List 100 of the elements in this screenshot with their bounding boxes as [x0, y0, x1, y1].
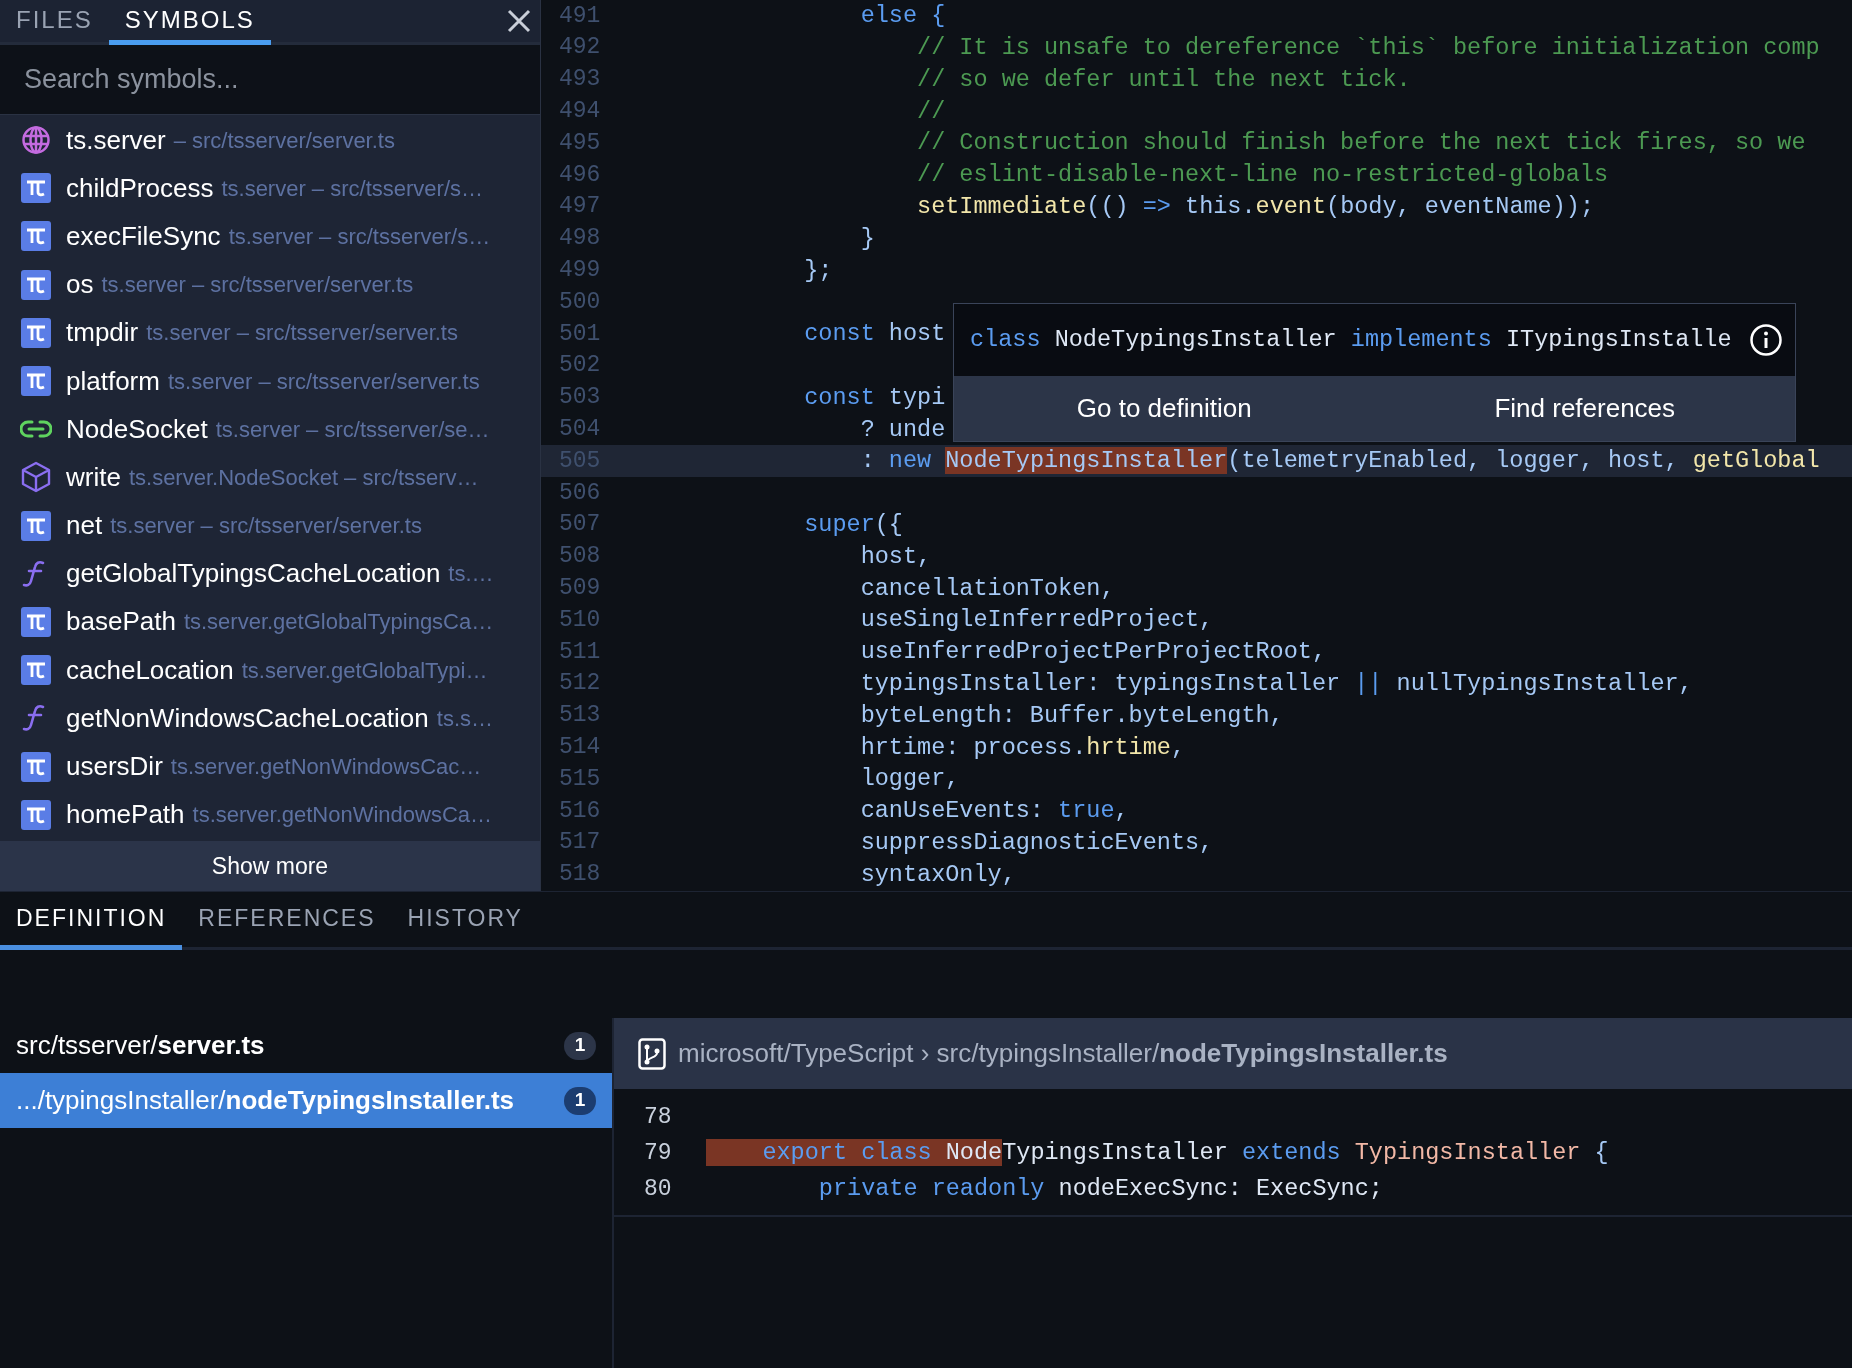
symbol-item[interactable]: homePath ts.server.getNonWindowsCa… — [0, 790, 540, 839]
variable-icon — [21, 655, 51, 686]
variable-icon — [21, 606, 51, 637]
code-line: suppressDiagnosticEvents, — [859, 828, 1214, 858]
code-line: }; — [803, 255, 833, 286]
count-badge: 1 — [564, 1031, 596, 1060]
code-line: host, — [859, 541, 932, 572]
symbol-name: usersDir — [66, 750, 163, 784]
symbol-item[interactable]: ts.server – src/tsserver/server.ts — [0, 116, 540, 165]
code-line: // — [916, 96, 946, 127]
code-line: syntaxOnly, — [859, 859, 1016, 890]
line-number: 497 — [558, 192, 602, 222]
symbol-item[interactable]: platform ts.server – src/tsserver/server.ts — [0, 356, 540, 406]
symbol-location: ts.server – src/tsserver/server.ts — [146, 319, 458, 348]
symbol-item[interactable]: tmpdir ts.server – src/tsserver/server.ts — [0, 308, 540, 357]
code-line: private readonly nodeExecSync: ExecSync; — [817, 1174, 1383, 1205]
symbol-name: childProcess — [66, 171, 214, 205]
symbol-item[interactable]: execFileSync ts.server – src/tsserver/s… — [0, 212, 540, 261]
line-number: 80 — [643, 1174, 673, 1204]
line-number: 78 — [643, 1102, 673, 1132]
line-number: 509 — [558, 574, 602, 603]
search-field[interactable]: Search symbols... — [0, 45, 540, 115]
code-line: cancellationToken, — [859, 573, 1115, 604]
code-line: logger, — [859, 764, 960, 795]
sidebar-tab[interactable]: FILES — [0, 0, 109, 45]
panel-tab[interactable]: HISTORY — [391, 892, 539, 950]
code-line: typingsInstaller: typingsInstaller || nullTypingsInstaller, — [859, 669, 1693, 699]
symbol-name: homePath — [66, 798, 185, 832]
symbol-name: platform — [66, 364, 160, 398]
line-number: 504 — [558, 415, 602, 444]
variable-icon — [21, 799, 51, 830]
info-icon[interactable] — [1749, 323, 1783, 357]
code-line: setImmediate(() => this.event(body, eventName)); — [916, 192, 1594, 223]
symbol-name: write — [66, 460, 121, 494]
close-icon[interactable] — [506, 8, 532, 34]
symbol-location: ts.server – src/tsserver/server.ts — [167, 367, 480, 396]
line-number: 494 — [558, 97, 602, 127]
line-number: 510 — [558, 605, 602, 635]
line-number: 513 — [558, 701, 602, 731]
symbol-item[interactable]: cacheLocation ts.server.getGlobalTypi… — [0, 646, 540, 695]
panel-tab[interactable]: DEFINITION — [0, 892, 183, 950]
line-number: 518 — [558, 860, 602, 890]
line-number: 516 — [558, 796, 602, 826]
symbol-item[interactable]: os ts.server – src/tsserver/server.ts — [0, 260, 540, 309]
symbol-item[interactable]: childProcess ts.server – src/tsserver/s… — [0, 164, 540, 213]
line-number: 505 — [558, 446, 602, 476]
code-line: useSingleInferredProject, — [859, 605, 1214, 636]
symbol-item[interactable]: write ts.server.NodeSocket – src/tsserv… — [0, 453, 540, 502]
code-line: const typi — [803, 382, 946, 413]
symbol-item[interactable]: usersDir ts.server.getNonWindowsCac… — [0, 742, 540, 791]
symbol-name: cacheLocation — [66, 653, 234, 687]
variable-icon — [21, 221, 51, 252]
symbol-item[interactable]: getNonWindowsCacheLocation ts.s… — [0, 694, 540, 743]
code-line: export class NodeTypingsInstaller extends TypingsInstaller { — [706, 1135, 1609, 1171]
symbol-location: ts.server.getGlobalTypingsCa… — [183, 608, 494, 637]
line-number: 492 — [558, 33, 602, 63]
variable-icon — [21, 751, 51, 782]
code-line: hrtime: process.hrtime, — [859, 732, 1185, 763]
symbol-location: ts.s… — [436, 704, 493, 733]
symbol-location: ts.server.NodeSocket – src/tsserv… — [128, 463, 479, 492]
variable-icon — [21, 510, 51, 541]
symbol-item[interactable]: net ts.server – src/tsserver/server.ts — [0, 501, 540, 550]
code-line: else { — [859, 1, 946, 32]
file-item[interactable]: src/tsserver/server.ts 1 — [0, 1018, 612, 1073]
symbol-location: ts.server.getNonWindowsCa… — [192, 801, 493, 830]
code-line: } — [859, 223, 875, 254]
symbol-name: ts.server — [66, 123, 166, 157]
variable-icon — [21, 269, 51, 300]
code-line: // Construction should finish before the next tick fires, so we — [916, 128, 1806, 159]
show-more-button[interactable]: Show more — [0, 841, 540, 891]
popover-action[interactable]: Find references — [1374, 376, 1795, 441]
symbol-item[interactable]: basePath ts.server.getGlobalTypingsCa… — [0, 597, 540, 647]
panel-tab[interactable]: REFERENCES — [182, 892, 392, 950]
line-number: 79 — [643, 1138, 673, 1168]
file-item[interactable]: .../typingsInstaller/nodeTypingsInstaller.ts 1 — [0, 1073, 612, 1128]
symbol-name: net — [66, 509, 103, 543]
symbol-item[interactable]: getGlobalTypingsCacheLocation ts.… — [0, 549, 540, 598]
line-number: 493 — [558, 65, 602, 95]
code-line: const host — [803, 319, 946, 350]
line-number: 506 — [558, 478, 602, 508]
code-line: // eslint-disable-next-line no-restricted-globals — [916, 160, 1609, 191]
code-line: // It is unsafe to dereference `this` before initialization comp — [916, 33, 1820, 64]
line-number: 491 — [558, 1, 602, 31]
popover-action[interactable]: Go to definition — [954, 376, 1375, 441]
line-number: 507 — [558, 510, 602, 540]
file-path: src/tsserver/server.ts — [16, 1029, 266, 1062]
code-line: super({ — [803, 510, 903, 541]
line-number: 512 — [558, 669, 602, 699]
line-number: 496 — [558, 160, 602, 190]
line-number: 503 — [558, 383, 602, 413]
symbol-name: getGlobalTypingsCacheLocation — [66, 557, 441, 591]
count-badge: 1 — [564, 1086, 596, 1115]
line-number: 502 — [558, 351, 602, 381]
code-line: canUseEvents: true, — [859, 796, 1129, 827]
variable-icon — [21, 317, 51, 348]
line-number: 508 — [558, 542, 602, 572]
symbol-name: tmpdir — [66, 316, 139, 350]
symbol-location: ts.server – src/tsserver/server.ts — [110, 512, 422, 541]
line-number: 501 — [558, 319, 602, 349]
symbol-item[interactable]: NodeSocket ts.server – src/tsserver/se… — [0, 405, 540, 454]
